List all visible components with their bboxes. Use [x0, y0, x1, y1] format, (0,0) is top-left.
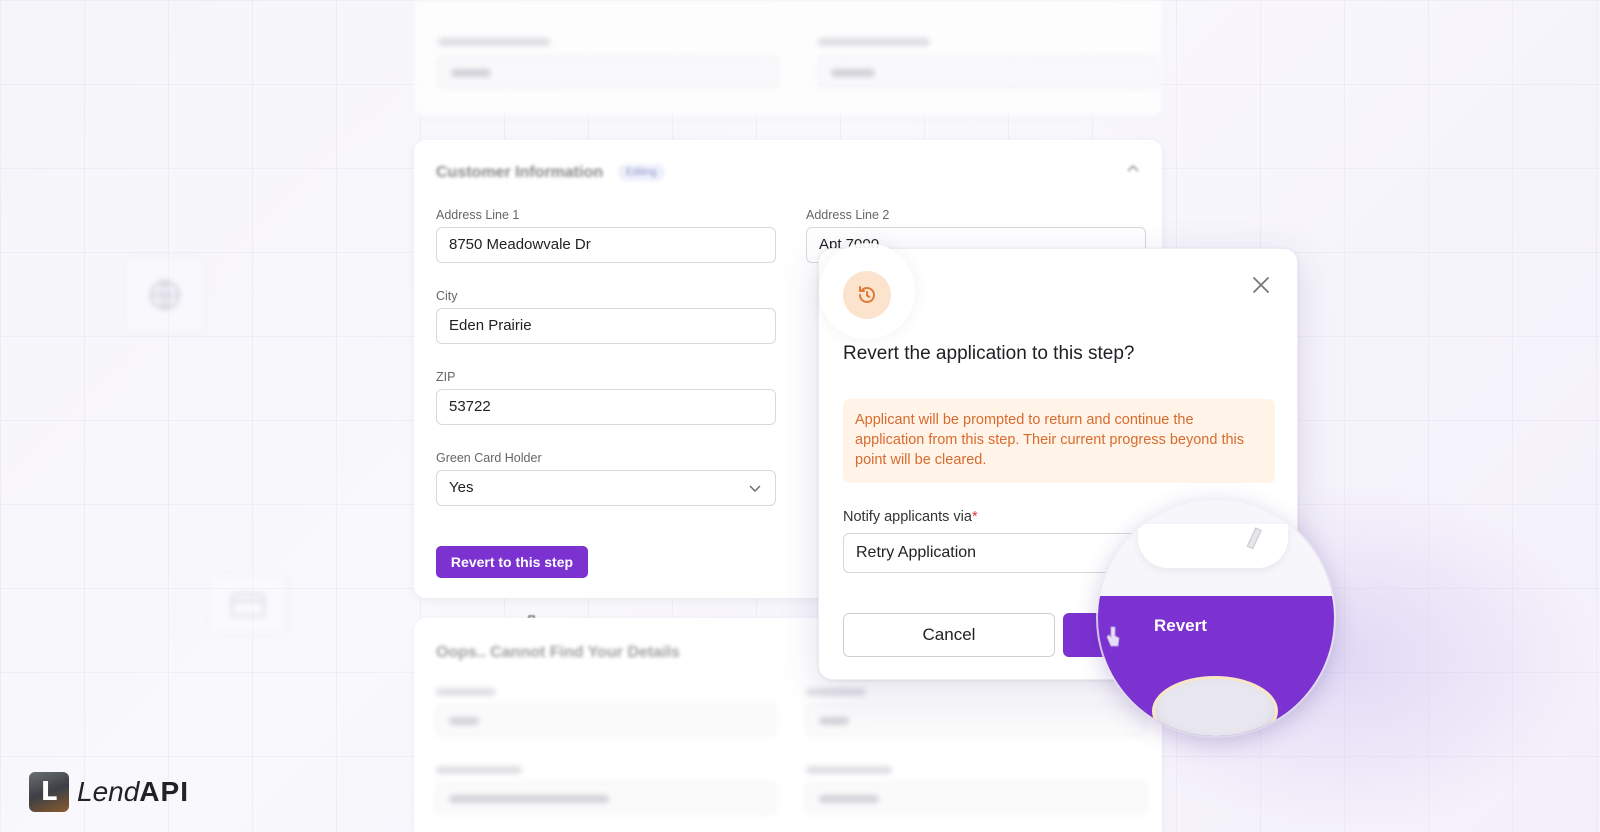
zip-input[interactable]: 53722 — [436, 389, 776, 425]
sidebar-ghost-card — [206, 572, 288, 636]
logo-mark: L — [29, 772, 69, 812]
logo-text-bold: API — [139, 776, 189, 807]
ghost-input — [436, 704, 776, 736]
ghost-input — [438, 56, 778, 88]
lendapi-logo: L LendAPI — [29, 772, 189, 812]
ghost-label — [438, 38, 550, 46]
ghost-label — [436, 766, 522, 774]
address-line-2-label: Address Line 2 — [806, 208, 890, 222]
cancel-button[interactable]: Cancel — [843, 613, 1055, 657]
sidebar-ghost-globe — [124, 256, 206, 334]
revert-to-step-button[interactable]: Revert to this step — [436, 546, 588, 578]
revert-icon — [843, 271, 891, 319]
ghost-input — [818, 56, 1158, 88]
city-input[interactable]: Eden Prairie — [436, 308, 776, 344]
zip-label: ZIP — [436, 370, 456, 384]
address-line-1-label: Address Line 1 — [436, 208, 520, 222]
chevron-up-icon[interactable] — [1126, 160, 1140, 176]
card-title: Oops.. Cannot Find Your Details — [436, 644, 680, 661]
green-card-label: Green Card Holder — [436, 451, 542, 465]
ghost-input — [806, 704, 1146, 736]
ghost-label — [806, 766, 892, 774]
logo-text: LendAPI — [77, 776, 189, 808]
ghost-label — [818, 38, 930, 46]
modal-title: Revert the application to this step? — [843, 343, 1135, 364]
city-label: City — [436, 289, 458, 303]
address-line-1-input[interactable]: 8750 Meadowvale Dr — [436, 227, 776, 263]
notify-label: Notify applicants via* — [843, 509, 978, 525]
magnified-revert-label: Revert — [1154, 616, 1207, 635]
ghost-input — [436, 782, 776, 814]
notify-label-text: Notify applicants via — [843, 509, 972, 525]
logo-text-light: Lend — [77, 776, 140, 807]
globe-icon — [150, 280, 180, 310]
card-title: Customer Information — [436, 164, 604, 181]
magnifier-lens: Revert — [1098, 500, 1334, 736]
card-icon — [231, 593, 265, 617]
previous-section-card — [414, 0, 1162, 116]
warning-alert: Applicant will be prompted to return and… — [843, 399, 1275, 483]
required-marker: * — [971, 509, 978, 525]
editing-tag: Editing — [618, 164, 665, 181]
hand-cursor-icon — [1106, 626, 1120, 653]
green-card-select[interactable]: Yes — [436, 470, 776, 506]
close-icon[interactable] — [1249, 273, 1273, 297]
ghost-label — [806, 688, 866, 696]
ghost-label — [436, 688, 496, 696]
chevron-down-icon — [749, 471, 761, 507]
green-card-value: Yes — [449, 479, 474, 496]
ghost-input — [806, 782, 1146, 814]
